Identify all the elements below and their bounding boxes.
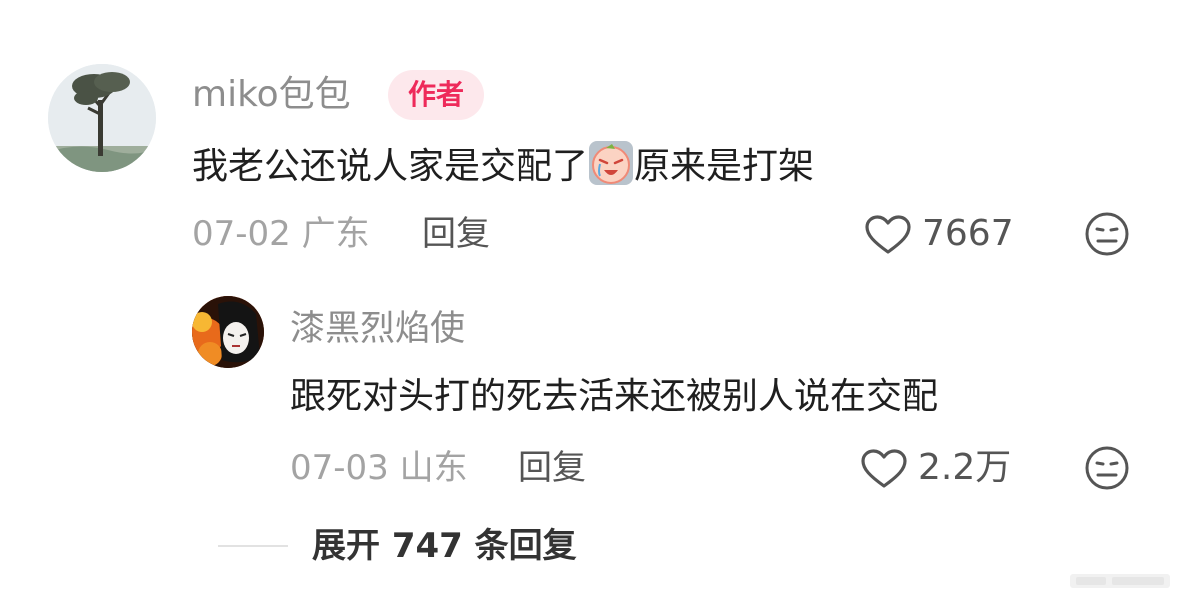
reply-reply-button[interactable]: 回复 — [518, 446, 586, 490]
comment-reply-button[interactable]: 回复 — [422, 212, 490, 256]
reply-meta: 07-03 山东 — [290, 446, 468, 490]
reply-date: 07-03 — [290, 448, 389, 488]
heart-icon — [865, 215, 911, 254]
reply-location: 山东 — [399, 448, 468, 488]
avatar-miko[interactable] — [48, 64, 156, 172]
reply-like-count: 2.2万 — [918, 447, 1012, 488]
comment-username[interactable]: miko包包 — [192, 73, 351, 117]
author-badge: 作者 — [388, 70, 484, 120]
heart-icon — [861, 449, 907, 488]
reply-like-button[interactable]: 2.2万 — [860, 446, 1030, 490]
comment-location: 广东 — [301, 214, 370, 254]
tree-landscape-icon — [48, 64, 156, 172]
comment-meta: 07-02 广东 — [192, 212, 370, 256]
comment-like-count: 7667 — [922, 213, 1014, 254]
expand-divider — [218, 545, 288, 547]
comment-text: 我老公还说人家是交配了 原来是打架 — [192, 140, 814, 190]
comment-text-part-1: 我老公还说人家是交配了 — [192, 146, 589, 187]
expand-replies-button[interactable]: 展开 747 条回复 — [312, 524, 577, 568]
avatar-reply-user[interactable] — [192, 296, 264, 368]
meh-face-icon[interactable] — [1084, 445, 1130, 491]
watermark-logo-icon — [1070, 574, 1170, 588]
comment-like-button[interactable]: 7667 — [864, 212, 1024, 256]
reply-text: 跟死对头打的死去活来还被别人说在交配 — [290, 376, 939, 417]
meh-face-icon[interactable] — [1084, 211, 1130, 257]
sob-emoji-icon — [589, 141, 634, 185]
anime-character-icon — [192, 296, 264, 368]
reply-username[interactable]: 漆黑烈焰使 — [290, 307, 465, 351]
comment-date: 07-02 — [192, 214, 291, 254]
comment-text-part-2: 原来是打架 — [634, 146, 815, 187]
